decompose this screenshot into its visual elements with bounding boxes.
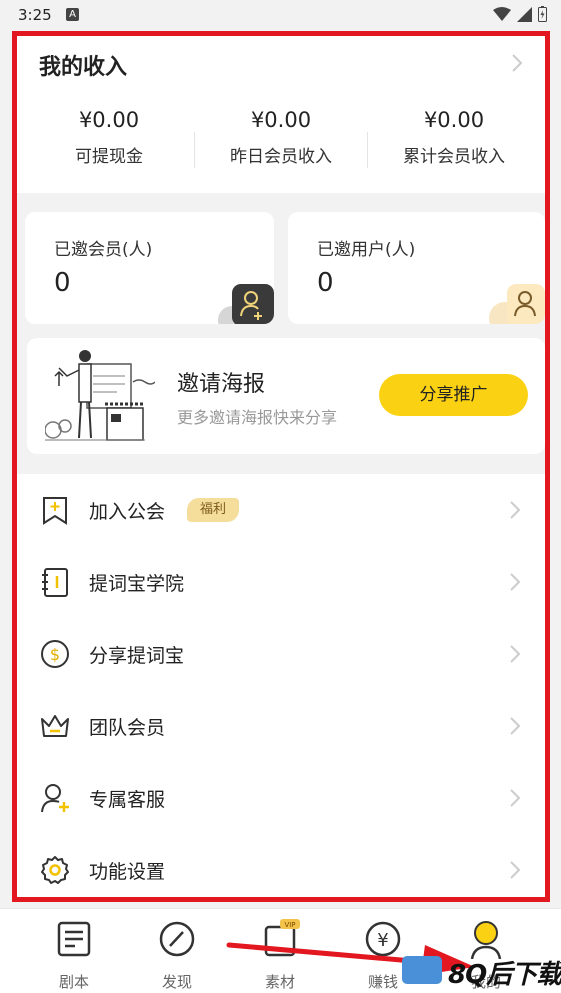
nav-item-script[interactable]: 剧本 xyxy=(34,919,114,992)
notebook-icon xyxy=(42,568,68,597)
coin-icon: $ xyxy=(41,640,69,668)
invited-users-label: 已邀用户(人) xyxy=(317,240,416,260)
chevron-right-icon xyxy=(510,861,521,879)
status-icons xyxy=(493,6,547,22)
chevron-right-icon xyxy=(510,573,521,591)
withdrawable-label: 可提现金 xyxy=(75,147,143,167)
watermark-icon xyxy=(402,956,442,984)
invited-users-count: 0 xyxy=(317,268,334,298)
yesterday-income: ¥0.00 昨日会员收入 xyxy=(195,108,367,167)
yesterday-label: 昨日会员收入 xyxy=(230,147,332,167)
welfare-tag: 福利 xyxy=(187,498,240,522)
menu-list: 加入公会 福利 提词宝学院 $ 分享提词宝 团队会员 专属客服 功能设置 xyxy=(17,474,545,897)
user-icon xyxy=(489,284,545,324)
signal-icon xyxy=(517,6,532,22)
withdrawable-amount: ¥0.00 xyxy=(78,108,140,132)
chevron-right-icon xyxy=(510,717,521,735)
total-label: 累计会员收入 xyxy=(403,147,505,167)
menu-label: 团队会员 xyxy=(89,717,166,739)
notification-a-icon: A xyxy=(66,8,79,21)
script-icon xyxy=(57,921,91,957)
nav-label: 发现 xyxy=(161,973,192,991)
yesterday-amount: ¥0.00 xyxy=(250,108,312,132)
svg-text:$: $ xyxy=(50,645,60,664)
highlight-frame: 我的收入 ¥0.00 可提现金 ¥0.00 昨日会员收入 ¥0.00 累计会员收… xyxy=(12,31,550,902)
status-bar: 3:25 A xyxy=(0,0,561,30)
income-title: 我的收入 xyxy=(39,55,128,80)
chevron-right-icon xyxy=(510,789,521,807)
chevron-right-icon xyxy=(512,54,523,72)
menu-item-customer-service[interactable]: 专属客服 xyxy=(17,762,545,834)
nav-item-discover[interactable]: 发现 xyxy=(137,919,217,992)
menu-item-share[interactable]: $ 分享提词宝 xyxy=(17,618,545,690)
chevron-right-icon xyxy=(510,501,521,519)
bookmark-icon xyxy=(43,497,67,525)
menu-label: 加入公会 xyxy=(89,501,166,523)
invited-users-card[interactable]: 已邀用户(人) 0 xyxy=(288,212,545,324)
wifi-icon xyxy=(493,7,511,21)
chevron-right-icon xyxy=(510,645,521,663)
menu-label: 提词宝学院 xyxy=(89,573,185,595)
menu-item-join-guild[interactable]: 加入公会 福利 xyxy=(17,474,545,546)
income-section[interactable]: 我的收入 ¥0.00 可提现金 ¥0.00 昨日会员收入 ¥0.00 累计会员收… xyxy=(17,36,545,193)
user-plus-icon xyxy=(41,784,69,813)
share-promote-button[interactable]: 分享推广 xyxy=(379,374,528,416)
poster-illustration xyxy=(45,350,155,441)
menu-item-settings[interactable]: 功能设置 xyxy=(17,834,545,897)
watermark-text: 8Q后下载 xyxy=(448,960,561,990)
invited-members-card[interactable]: 已邀会员(人) 0 xyxy=(25,212,274,324)
menu-item-team-member[interactable]: 团队会员 xyxy=(17,690,545,762)
menu-label: 专属客服 xyxy=(89,789,166,811)
total-amount: ¥0.00 xyxy=(423,108,485,132)
crown-icon xyxy=(41,715,69,737)
invite-poster-card: 邀请海报 更多邀请海报快来分享 分享推广 xyxy=(27,338,545,454)
menu-label: 功能设置 xyxy=(89,861,166,883)
invited-members-count: 0 xyxy=(54,268,71,298)
gear-icon xyxy=(41,856,69,884)
watermark-logo: 8Q后下载 xyxy=(402,952,561,990)
member-add-icon xyxy=(218,284,274,324)
menu-item-academy[interactable]: 提词宝学院 xyxy=(17,546,545,618)
invited-members-label: 已邀会员(人) xyxy=(54,240,153,260)
compass-icon xyxy=(159,921,195,957)
total-income: ¥0.00 累计会员收入 xyxy=(368,108,540,167)
status-time: 3:25 xyxy=(18,6,52,24)
poster-title: 邀请海报 xyxy=(177,372,266,397)
withdrawable-cash: ¥0.00 可提现金 xyxy=(23,108,195,167)
nav-label: 剧本 xyxy=(58,973,89,991)
menu-label: 分享提词宝 xyxy=(89,645,185,667)
poster-subtitle: 更多邀请海报快来分享 xyxy=(177,408,338,427)
battery-icon xyxy=(538,6,547,22)
